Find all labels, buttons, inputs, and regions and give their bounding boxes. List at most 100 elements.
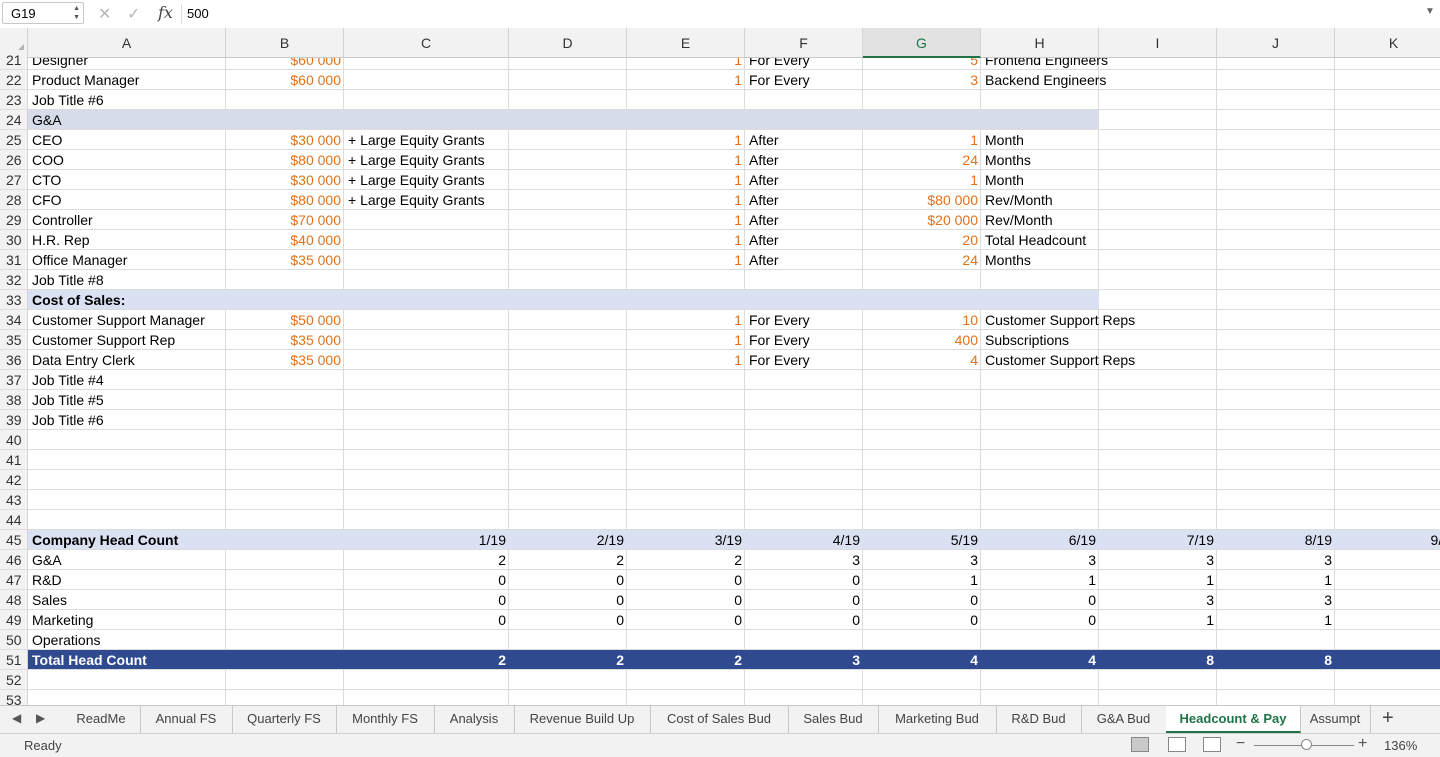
row-header[interactable]: 47 — [0, 570, 28, 590]
cell-b27[interactable]: $30 000 — [226, 170, 341, 190]
row-header[interactable]: 36 — [0, 350, 28, 370]
cell-g49[interactable]: 0 — [863, 610, 978, 630]
row-header[interactable]: 35 — [0, 330, 28, 350]
cell-a39[interactable]: Job Title #6 — [32, 410, 226, 430]
cell-i49[interactable]: 1 — [1099, 610, 1214, 630]
cell-a25[interactable]: CEO — [32, 130, 226, 150]
cell-i45[interactable]: 7/19 — [1099, 530, 1214, 550]
cell-h48[interactable]: 0 — [981, 590, 1096, 610]
sheet-tab[interactable]: G&A Bud — [1081, 706, 1167, 733]
cell-e48[interactable]: 0 — [627, 590, 742, 610]
row-header[interactable]: 21 — [0, 50, 28, 70]
cell-f47[interactable]: 0 — [745, 570, 860, 590]
cell-e22[interactable]: 1 — [627, 70, 742, 90]
cell-b36[interactable]: $35 000 — [226, 350, 341, 370]
sheet-tab[interactable]: Analysis — [434, 706, 515, 733]
cell-c49[interactable]: 0 — [344, 610, 506, 630]
cell-e49[interactable]: 0 — [627, 610, 742, 630]
column-header-h[interactable]: H — [981, 28, 1099, 58]
row-header[interactable]: 48 — [0, 590, 28, 610]
row-header[interactable]: 28 — [0, 190, 28, 210]
cell-h51[interactable]: 4 — [981, 650, 1096, 670]
cell-f27[interactable]: After — [749, 170, 863, 190]
cell-b35[interactable]: $35 000 — [226, 330, 341, 350]
cell-e35[interactable]: 1 — [627, 330, 742, 350]
cell-f28[interactable]: After — [749, 190, 863, 210]
row-header[interactable]: 27 — [0, 170, 28, 190]
cell-h30[interactable]: Total Headcount — [985, 230, 1099, 250]
cell-d46[interactable]: 2 — [509, 550, 624, 570]
row-header[interactable]: 43 — [0, 490, 28, 510]
cell-g51[interactable]: 4 — [863, 650, 978, 670]
cell-j48[interactable]: 3 — [1217, 590, 1332, 610]
cell-a35[interactable]: Customer Support Rep — [32, 330, 226, 350]
row-header[interactable]: 22 — [0, 70, 28, 90]
cell-f34[interactable]: For Every — [749, 310, 863, 330]
cell-a31[interactable]: Office Manager — [32, 250, 226, 270]
row-header[interactable]: 40 — [0, 430, 28, 450]
cell-b31[interactable]: $35 000 — [226, 250, 341, 270]
cell-a21[interactable]: Designer — [32, 58, 226, 70]
cell-f45[interactable]: 4/19 — [745, 530, 860, 550]
sheet-tab[interactable]: R&D Bud — [996, 706, 1082, 733]
cell-e51[interactable]: 2 — [627, 650, 742, 670]
column-header-k[interactable]: K — [1335, 28, 1440, 58]
cell-g35[interactable]: 400 — [863, 330, 978, 350]
row-header[interactable]: 37 — [0, 370, 28, 390]
row-header[interactable]: 44 — [0, 510, 28, 530]
column-header-d[interactable]: D — [509, 28, 627, 58]
cell-a37[interactable]: Job Title #4 — [32, 370, 226, 390]
column-header-i[interactable]: I — [1099, 28, 1217, 58]
cell-e36[interactable]: 1 — [627, 350, 742, 370]
name-box[interactable]: G19 ▲ ▼ — [2, 2, 84, 24]
cell-e47[interactable]: 0 — [627, 570, 742, 590]
cell-h34[interactable]: Customer Support Reps — [985, 310, 1135, 330]
cell-c47[interactable]: 0 — [344, 570, 506, 590]
cell-d47[interactable]: 0 — [509, 570, 624, 590]
zoom-level[interactable]: 136% — [1384, 738, 1417, 753]
cell-i51[interactable]: 8 — [1099, 650, 1214, 670]
cell-a27[interactable]: CTO — [32, 170, 226, 190]
column-header-b[interactable]: B — [226, 28, 344, 58]
cell-a30[interactable]: H.R. Rep — [32, 230, 226, 250]
cell-f22[interactable]: For Every — [749, 70, 863, 90]
enter-formula-icon[interactable]: ✓ — [127, 4, 140, 24]
cell-j47[interactable]: 1 — [1217, 570, 1332, 590]
row-header[interactable]: 45 — [0, 530, 28, 550]
cell-k51[interactable]: 1 — [1335, 650, 1440, 670]
cell-c26[interactable]: + Large Equity Grants — [348, 150, 509, 170]
cell-h46[interactable]: 3 — [981, 550, 1096, 570]
cell-a45[interactable]: Company Head Count — [32, 530, 226, 550]
cell-h45[interactable]: 6/19 — [981, 530, 1096, 550]
prev-sheet-icon[interactable]: ◀ — [12, 711, 21, 725]
cell-b22[interactable]: $60 000 — [226, 70, 341, 90]
normal-view-icon[interactable] — [1131, 737, 1149, 752]
sheet-tab[interactable]: Revenue Build Up — [514, 706, 651, 733]
cell-e45[interactable]: 3/19 — [627, 530, 742, 550]
cell-g48[interactable]: 0 — [863, 590, 978, 610]
cell-g29[interactable]: $20 000 — [863, 210, 978, 230]
row-header[interactable]: 24 — [0, 110, 28, 130]
cell-i47[interactable]: 1 — [1099, 570, 1214, 590]
row-header[interactable]: 41 — [0, 450, 28, 470]
column-header-g[interactable]: G — [863, 28, 981, 58]
cell-b21[interactable]: $60 000 — [226, 58, 341, 70]
cell-g21[interactable]: 5 — [863, 58, 978, 70]
sheet-tab[interactable]: Assumpt — [1300, 706, 1371, 733]
cell-i48[interactable]: 3 — [1099, 590, 1214, 610]
cell-f31[interactable]: After — [749, 250, 863, 270]
cell-j46[interactable]: 3 — [1217, 550, 1332, 570]
row-header[interactable]: 31 — [0, 250, 28, 270]
cell-f35[interactable]: For Every — [749, 330, 863, 350]
name-box-stepper-icon[interactable]: ▲ ▼ — [73, 4, 80, 22]
formula-input[interactable]: 500 — [187, 6, 209, 21]
cell-a34[interactable]: Customer Support Manager — [32, 310, 226, 330]
cell-a36[interactable]: Data Entry Clerk — [32, 350, 226, 370]
sheet-tab[interactable]: ReadMe — [62, 706, 141, 733]
cell-h21[interactable]: Frontend Engineers — [985, 58, 1108, 70]
cell-a51[interactable]: Total Head Count — [32, 650, 226, 670]
cell-d45[interactable]: 2/19 — [509, 530, 624, 550]
cell-e34[interactable]: 1 — [627, 310, 742, 330]
cell-f25[interactable]: After — [749, 130, 863, 150]
sheet-tab[interactable]: Sales Bud — [788, 706, 879, 733]
